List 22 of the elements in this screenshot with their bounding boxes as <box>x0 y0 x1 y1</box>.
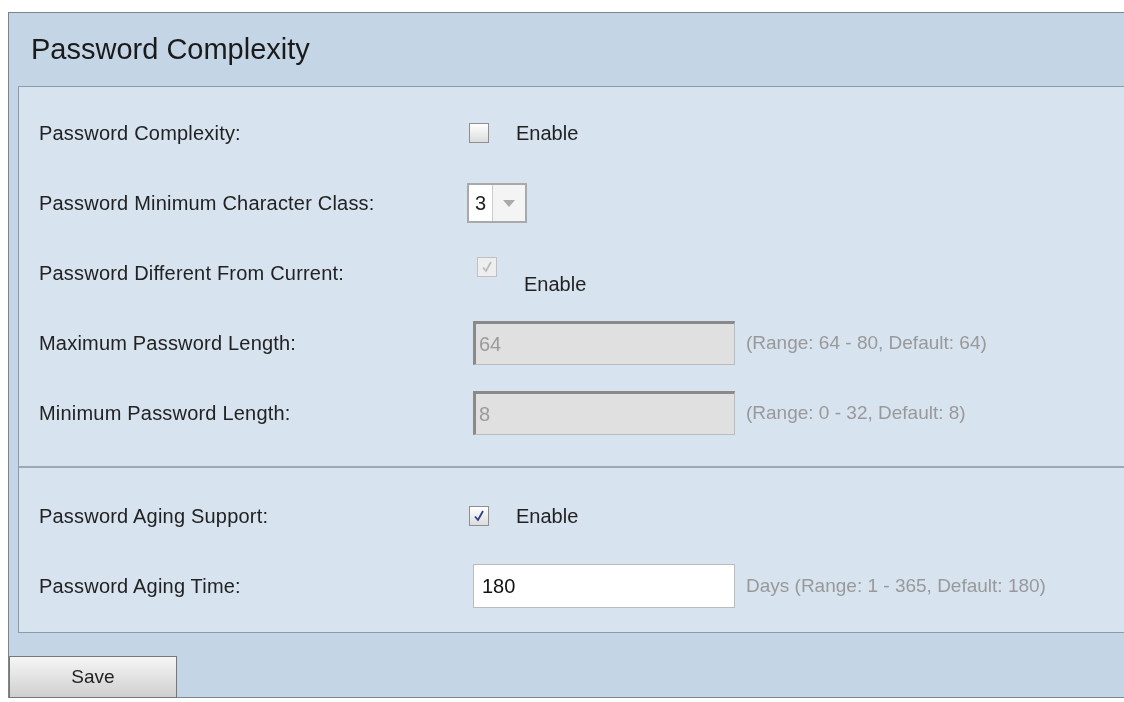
checkbox-label: Enable <box>524 272 587 296</box>
hint-text: (Range: 64 - 80, Default: 64) <box>746 332 987 354</box>
checkmark-icon <box>472 509 486 523</box>
field-label: Password Different From Current: <box>39 261 345 285</box>
field-label: Password Minimum Character Class: <box>39 191 376 215</box>
field-label: Password Complexity: <box>39 121 242 145</box>
hint-text: Days (Range: 1 - 365, Default: 180) <box>746 575 1046 597</box>
field-label: Minimum Password Length: <box>39 401 292 425</box>
hint-text: (Range: 0 - 32, Default: 8) <box>746 402 966 424</box>
checkbox-label: Enable <box>516 504 579 528</box>
checkmark-icon <box>480 260 494 274</box>
page-title: Password Complexity <box>30 32 311 67</box>
input-field[interactable]: 180 <box>473 564 735 608</box>
checkbox[interactable] <box>469 123 489 143</box>
field-label: Maximum Password Length: <box>39 331 298 355</box>
field-label: Password Aging Time: <box>39 574 242 598</box>
checkbox-label: Enable <box>516 121 579 145</box>
dropdown[interactable]: 3 <box>467 183 528 223</box>
dropdown-arrow-icon <box>503 199 516 207</box>
field-label: Password Aging Support: <box>39 504 270 528</box>
checkbox[interactable] <box>469 506 489 526</box>
save-button[interactable]: Save <box>9 656 177 698</box>
